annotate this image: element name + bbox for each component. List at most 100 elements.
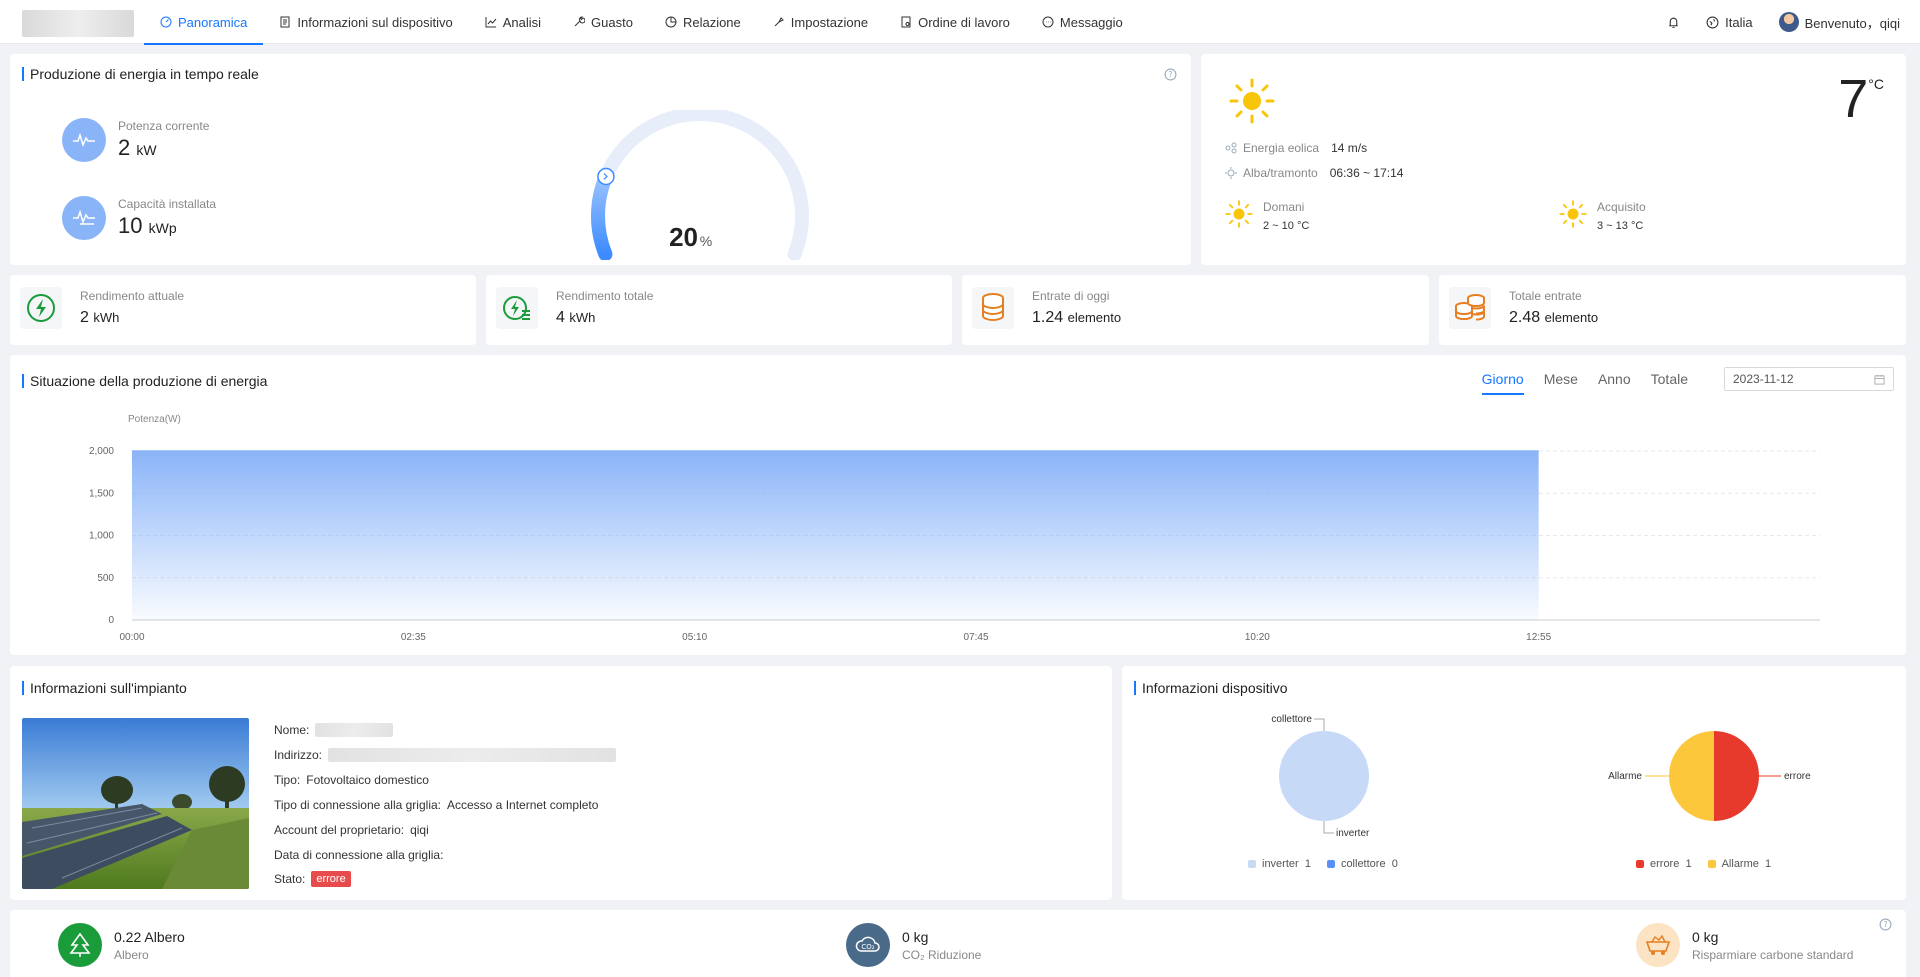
production-chart-card: Situazione della produzione di energia G… <box>10 355 1906 655</box>
gauge-unit: % <box>700 233 712 249</box>
tree-icon <box>58 923 102 967</box>
stat-card-today-income: Entrate di oggi 1.24 elemento <box>962 275 1429 345</box>
help-icon[interactable]: ? <box>1879 918 1892 931</box>
stat-label: Rendimento totale <box>556 289 654 303</box>
stat-unit: elemento <box>1544 310 1599 325</box>
language-selector[interactable]: Italia <box>1706 14 1753 30</box>
grid-date-row: Data di connessione alla griglia: <box>274 848 449 862</box>
wind-label: Energia eolica <box>1243 141 1320 155</box>
eco-value: 0 kg <box>902 928 929 945</box>
x-tick-label: 07:45 <box>963 632 988 643</box>
pie-slice-allarme <box>1669 731 1714 821</box>
next-value: 3 ~ 13 °C <box>1597 220 1644 232</box>
y-tick-label: 0 <box>108 615 114 626</box>
stat-card-total-yield: Rendimento totale 4 kWh <box>486 275 952 345</box>
user-menu[interactable]: Benvenuto，qiqi <box>1778 12 1900 32</box>
co2-cloud-icon: CO₂ <box>846 923 890 967</box>
eco-label: CO₂ Riduzione <box>902 947 982 962</box>
gauge-value: 20 <box>669 222 698 252</box>
legend-label: inverter <box>1262 858 1299 870</box>
legend-item-collettore[interactable]: collettore 0 <box>1326 858 1398 870</box>
plant-address-row: Indirizzo: <box>274 748 617 762</box>
eco-co2: CO₂ 0 kg CO₂ Riduzione <box>846 923 981 967</box>
legend-item-allarme[interactable]: Allarme 1 <box>1707 858 1772 870</box>
pie-slice-inverter <box>1279 731 1369 821</box>
temperature-value: 7 <box>1838 69 1869 129</box>
bell-icon <box>1669 17 1678 28</box>
power-gauge: 20 % <box>591 110 809 260</box>
wrench-icon <box>574 16 586 27</box>
nav-item-guasto[interactable]: Guasto <box>557 0 649 44</box>
card-title: Produzione di energia in tempo reale <box>22 67 259 81</box>
x-tick-label: 05:10 <box>682 632 707 643</box>
stat-unit: kWh <box>93 310 120 325</box>
nav-label: Impostazione <box>790 14 869 30</box>
top-navigation-bar: Panoramica Informazioni sul dispositivo … <box>0 0 1920 45</box>
device-icon <box>280 16 290 28</box>
nav-item-ordine-lavoro[interactable]: Ordine di lavoro <box>884 0 1026 44</box>
y-tick-label: 500 <box>97 573 114 584</box>
plant-address-redacted <box>328 748 617 762</box>
capacity-unit: kWp <box>148 220 177 236</box>
nav-item-analisi[interactable]: Analisi <box>469 0 557 44</box>
x-tick-label: 12:55 <box>1526 632 1551 643</box>
nav-item-relazione[interactable]: Relazione <box>649 0 757 44</box>
next-label: Acquisito <box>1597 200 1646 214</box>
current-power: Potenza corrente 2 kW <box>62 118 209 162</box>
order-icon <box>901 16 911 28</box>
eco-tree: 0.22 Albero Albero <box>58 923 185 967</box>
current-power-label: Potenza corrente <box>118 119 210 133</box>
grid-type-value: Accesso a Internet completo <box>447 798 599 812</box>
tomorrow-value: 2 ~ 10 °C <box>1263 220 1310 232</box>
globe-icon <box>1706 16 1719 28</box>
realtime-production-card: Produzione di energia in tempo reale ? P… <box>10 54 1191 265</box>
notification-button[interactable] <box>1667 16 1680 29</box>
help-icon[interactable]: ? <box>1164 68 1177 81</box>
environment-card: ? 0.22 Albero Albero CO₂ 0 kg CO₂ Riduzion… <box>10 910 1906 977</box>
plant-type-row: Tipo: Fotovoltaico domestico <box>274 773 429 787</box>
eco-value: 0 kg <box>1692 928 1719 945</box>
nav-item-device-info[interactable]: Informazioni sul dispositivo <box>263 0 468 44</box>
legend-item-inverter[interactable]: inverter 1 <box>1248 858 1311 870</box>
bolt-circle-icon <box>20 287 62 329</box>
nav-label: Guasto <box>591 14 633 30</box>
nav-label: Panoramica <box>178 14 248 30</box>
forecast-next: Acquisito 3 ~ 13 °C <box>1559 200 1646 232</box>
pie-label-errore: errore <box>1784 771 1811 782</box>
legend-label: errore <box>1650 858 1680 870</box>
temperature-unit: °C <box>1868 76 1884 92</box>
x-tick-label: 02:35 <box>401 632 426 643</box>
card-title: Informazioni sull'impianto <box>22 681 187 695</box>
plant-photo <box>22 718 249 889</box>
nav-item-impostazione[interactable]: Impostazione <box>757 0 884 44</box>
language-label: Italia <box>1725 14 1753 30</box>
production-chart: Potenza(W) 2,000 1,500 1,000 500 0 00:00 02:3… <box>89 414 1820 643</box>
pie-label-inverter: inverter <box>1336 828 1370 839</box>
legend-label: collettore <box>1340 858 1386 870</box>
grid-type-label: Tipo di connessione alla griglia: <box>274 798 441 812</box>
legend-item-errore[interactable]: errore 1 <box>1636 858 1692 870</box>
pie-slice-errore <box>1714 731 1759 821</box>
pulse-icon <box>62 118 106 162</box>
wind-icon <box>1225 142 1237 154</box>
stat-card-current-yield: Rendimento attuale 2 kWh <box>10 275 476 345</box>
forecast-tomorrow: Domani 2 ~ 10 °C <box>1225 200 1309 232</box>
legend-count: 1 <box>1685 858 1692 870</box>
legend-count: 1 <box>1765 858 1772 870</box>
status-label: Stato: <box>274 872 306 886</box>
card-title: Informazioni dispositivo <box>1134 681 1288 695</box>
nav-item-messaggio[interactable]: Messaggio <box>1026 0 1139 44</box>
capacity-value: 10 <box>118 213 143 238</box>
sun-small-icon <box>1225 200 1253 228</box>
device-status-pie: Allarme errore <box>1608 731 1811 821</box>
y-axis-label: Potenza(W) <box>128 414 181 425</box>
owner-label: Account del proprietario: <box>274 823 405 837</box>
dashboard-icon <box>160 16 172 28</box>
name-label: Nome: <box>274 723 310 737</box>
series-area <box>132 451 1539 620</box>
svg-text:CO₂: CO₂ <box>861 943 874 951</box>
capacity-label: Capacità installata <box>118 197 217 211</box>
bolt-list-icon <box>496 287 538 329</box>
owner-row: Account del proprietario: qiqi <box>274 823 429 837</box>
nav-item-panoramica[interactable]: Panoramica <box>144 0 264 45</box>
